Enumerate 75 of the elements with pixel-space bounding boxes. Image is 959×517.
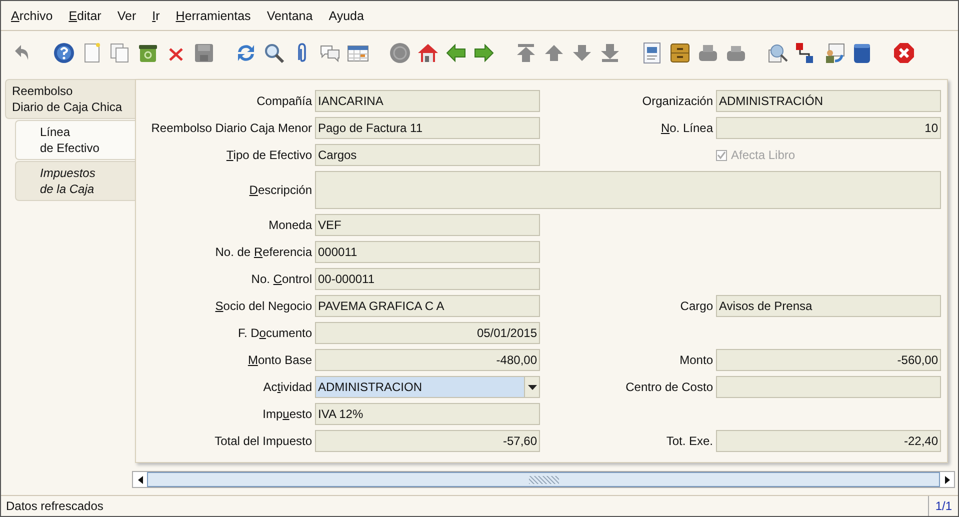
up-arrow-icon[interactable]: [543, 42, 565, 64]
input-field[interactable]: PAVEMA GRAFICA C A: [315, 295, 540, 317]
home-icon[interactable]: [417, 42, 439, 64]
input-field[interactable]: Avisos de Prensa: [716, 295, 941, 317]
textarea-field[interactable]: [315, 171, 941, 209]
tab[interactable]: Impuestos de la Caja: [15, 161, 135, 201]
input-field[interactable]: 000011: [315, 241, 540, 263]
caret-icon: [528, 384, 536, 390]
field-label: Monto: [678, 353, 713, 367]
help-icon[interactable]: [53, 42, 75, 64]
down-arrow-icon[interactable]: [571, 42, 593, 64]
menu-item[interactable]: Herramientas: [170, 6, 257, 24]
back-arrow-icon[interactable]: [445, 42, 467, 64]
scroll-right-icon[interactable]: [944, 476, 950, 484]
horizontal-scrollbar[interactable]: [132, 471, 955, 488]
field-label: No. Control: [250, 272, 312, 286]
menu-item[interactable]: Ver: [111, 6, 142, 24]
input-field[interactable]: IANCARINA: [315, 90, 540, 112]
last-record-icon[interactable]: [599, 42, 621, 64]
field-label: Centro de Costo: [624, 380, 713, 394]
field-label: No. Línea: [660, 121, 713, 135]
input-field[interactable]: 10: [716, 117, 941, 139]
field-label: Descripción: [248, 183, 312, 197]
copy-icon[interactable]: [109, 42, 131, 64]
field-label: Organización: [641, 94, 713, 108]
field-label: Compañía: [256, 94, 312, 108]
input-field[interactable]: -57,60: [315, 430, 540, 452]
input-field[interactable]: [716, 376, 941, 398]
input-field[interactable]: -480,00: [315, 349, 540, 371]
menu-item[interactable]: Ventana: [260, 6, 319, 24]
forward-arrow-icon[interactable]: [473, 42, 495, 64]
status-message: Datos refrescados: [5, 499, 104, 513]
field-label: Socio del Negocio: [214, 299, 312, 313]
input-field[interactable]: 05/01/2015: [315, 322, 540, 344]
field-label: Cargo: [679, 299, 713, 313]
first-record-icon[interactable]: [515, 42, 537, 64]
menu-item[interactable]: Editar: [62, 6, 108, 24]
record-count: 1/1: [928, 496, 958, 516]
request-icon[interactable]: [823, 42, 845, 64]
input-field[interactable]: -22,40: [716, 430, 941, 452]
search-icon[interactable]: [263, 42, 285, 64]
print-preview-icon[interactable]: [697, 42, 719, 64]
report-icon[interactable]: [641, 42, 663, 64]
field-label: Impuesto: [262, 407, 312, 421]
tab[interactable]: Reembolso Diario de Caja Chica: [5, 79, 135, 119]
cube-icon[interactable]: [851, 42, 873, 64]
input-field[interactable]: Cargos: [315, 144, 540, 166]
field-label: Total del Impuesto: [214, 434, 312, 448]
field-label: Moneda: [268, 218, 312, 232]
archive-icon[interactable]: [669, 42, 691, 64]
input-field[interactable]: -560,00: [716, 349, 941, 371]
save-icon[interactable]: [193, 42, 215, 64]
input-field[interactable]: IVA 12%: [315, 403, 540, 425]
refresh-icon[interactable]: [235, 42, 257, 64]
scroll-left-icon[interactable]: [138, 476, 142, 484]
dropdown-field[interactable]: ADMINISTRACION: [315, 376, 540, 398]
field-label: Monto Base: [246, 353, 312, 367]
recycle-bin-icon[interactable]: [137, 42, 159, 64]
input-field[interactable]: Pago de Factura 11: [315, 117, 540, 139]
field-label: Actividad: [262, 380, 312, 394]
menu-item[interactable]: Ir: [146, 6, 166, 24]
close-icon[interactable]: [893, 42, 915, 64]
menu-item[interactable]: Ayuda: [322, 6, 370, 24]
checkbox-label: Afecta Libro: [731, 148, 796, 162]
tab[interactable]: Línea de Efectivo: [15, 120, 135, 160]
input-field[interactable]: VEF: [315, 214, 540, 236]
input-field[interactable]: ADMINISTRACIÓN: [716, 90, 941, 112]
input-field[interactable]: 00-000011: [315, 268, 540, 290]
field-label: No. de Referencia: [214, 245, 312, 259]
zoom-icon[interactable]: [767, 42, 789, 64]
field-label: Tot. Exe.: [665, 434, 713, 448]
field-label: Reembolso Diario Caja Menor: [150, 121, 312, 135]
field-label: F. Documento: [236, 326, 312, 340]
field-label: Tipo de Efectivo: [225, 148, 312, 162]
menu-item[interactable]: Archivo: [5, 6, 59, 24]
